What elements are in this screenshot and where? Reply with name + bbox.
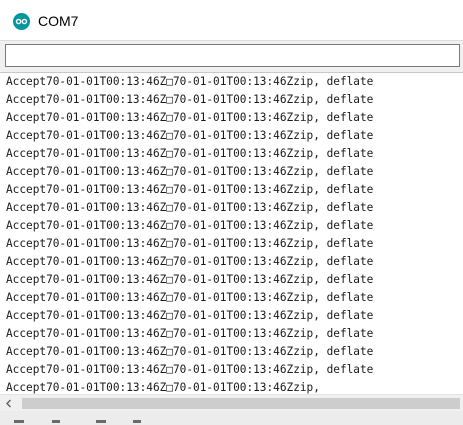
status-mark xyxy=(52,420,60,423)
output-line: Accept70-01-01T00:13:46Z□70-01-01T00:13:… xyxy=(6,129,374,142)
scroll-thumb[interactable] xyxy=(22,398,460,409)
output-line: Accept70-01-01T00:13:46Z□70-01-01T00:13:… xyxy=(6,363,374,376)
status-mark xyxy=(14,420,24,423)
output-line: Accept70-01-01T00:13:46Z□70-01-01T00:13:… xyxy=(6,93,374,106)
horizontal-scrollbar[interactable] xyxy=(0,394,463,412)
output-line: Accept70-01-01T00:13:46Z□70-01-01T00:13:… xyxy=(6,237,374,250)
output-line: Accept70-01-01T00:13:46Z□70-01-01T00:13:… xyxy=(6,309,374,322)
output-line: Accept70-01-01T00:13:46Z□70-01-01T00:13:… xyxy=(6,381,320,394)
output-line: Accept70-01-01T00:13:46Z□70-01-01T00:13:… xyxy=(6,147,374,160)
send-bar xyxy=(0,40,463,73)
serial-output[interactable]: Accept70-01-01T00:13:46Z□70-01-01T00:13:… xyxy=(0,72,463,395)
scroll-left-button[interactable] xyxy=(0,395,17,412)
status-mark xyxy=(96,420,106,423)
arduino-icon xyxy=(13,13,30,30)
output-line: Accept70-01-01T00:13:46Z□70-01-01T00:13:… xyxy=(6,255,374,268)
output-line: Accept70-01-01T00:13:46Z□70-01-01T00:13:… xyxy=(6,201,374,214)
output-line: Accept70-01-01T00:13:46Z□70-01-01T00:13:… xyxy=(6,75,374,88)
status-bar xyxy=(0,411,463,425)
output-line: Accept70-01-01T00:13:46Z□70-01-01T00:13:… xyxy=(6,219,374,232)
chevron-left-icon xyxy=(5,399,11,408)
send-input[interactable] xyxy=(5,44,460,67)
title-bar: COM7 xyxy=(0,0,463,40)
output-line: Accept70-01-01T00:13:46Z□70-01-01T00:13:… xyxy=(6,327,374,340)
status-mark xyxy=(133,420,141,423)
output-line: Accept70-01-01T00:13:46Z□70-01-01T00:13:… xyxy=(6,291,374,304)
window-title: COM7 xyxy=(38,13,79,29)
output-line: Accept70-01-01T00:13:46Z□70-01-01T00:13:… xyxy=(6,183,374,196)
output-line: Accept70-01-01T00:13:46Z□70-01-01T00:13:… xyxy=(6,273,374,286)
output-line: Accept70-01-01T00:13:46Z□70-01-01T00:13:… xyxy=(6,111,374,124)
output-line: Accept70-01-01T00:13:46Z□70-01-01T00:13:… xyxy=(6,345,374,358)
output-line: Accept70-01-01T00:13:46Z□70-01-01T00:13:… xyxy=(6,165,374,178)
